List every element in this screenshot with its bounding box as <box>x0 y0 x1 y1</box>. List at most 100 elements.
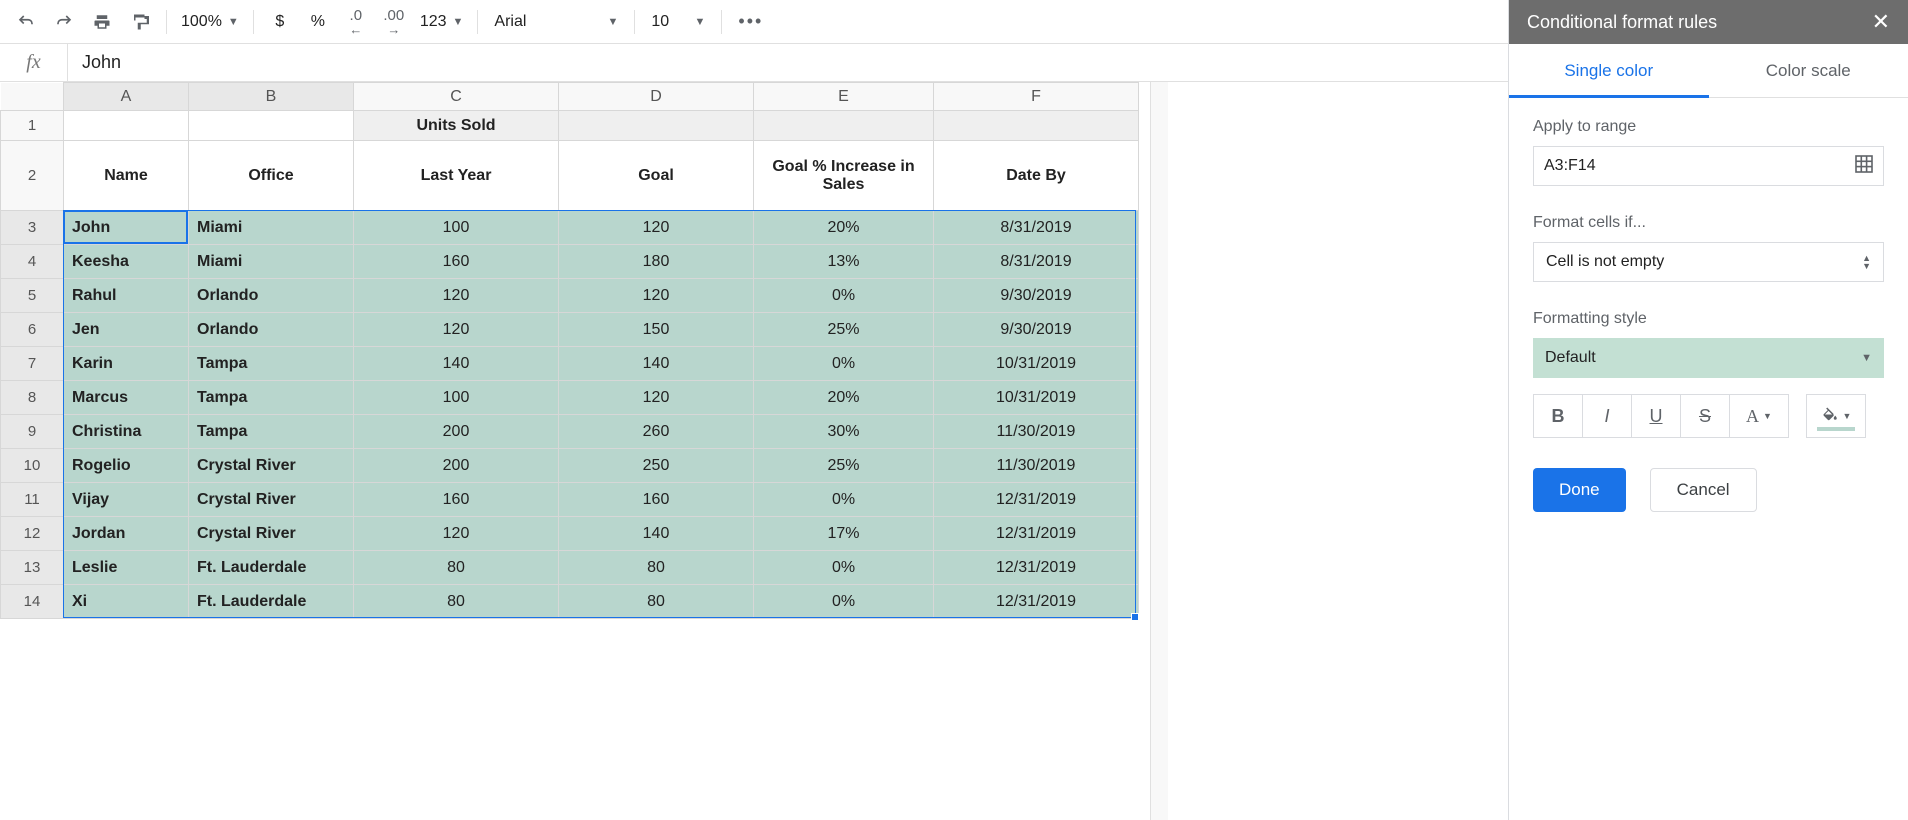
cell-F11[interactable]: 12/31/2019 <box>934 483 1139 517</box>
cell-B10[interactable]: Crystal River <box>189 449 354 483</box>
cell-B14[interactable]: Ft. Lauderdale <box>189 585 354 619</box>
cell-A3[interactable]: John <box>64 211 189 245</box>
cell-B11[interactable]: Crystal River <box>189 483 354 517</box>
cell-D5[interactable]: 120 <box>559 279 754 313</box>
column-header-B[interactable]: B <box>189 83 354 111</box>
cell-B5[interactable]: Orlando <box>189 279 354 313</box>
cell-F3[interactable]: 8/31/2019 <box>934 211 1139 245</box>
grid-select-icon[interactable] <box>1855 155 1873 178</box>
increase-decimal-button[interactable]: .00→ <box>376 4 412 40</box>
row-header-4[interactable]: 4 <box>1 245 64 279</box>
cell-E8[interactable]: 20% <box>754 381 934 415</box>
row-header-2[interactable]: 2 <box>1 141 64 211</box>
apply-to-range-input[interactable]: A3:F14 <box>1533 146 1884 186</box>
tab-single-color[interactable]: Single color <box>1509 44 1709 97</box>
cell-A10[interactable]: Rogelio <box>64 449 189 483</box>
row-header-13[interactable]: 13 <box>1 551 64 585</box>
cell-E13[interactable]: 0% <box>754 551 934 585</box>
cell-D12[interactable]: 140 <box>559 517 754 551</box>
row-header-8[interactable]: 8 <box>1 381 64 415</box>
fill-color-button[interactable]: ▼ <box>1806 394 1866 438</box>
cell-D10[interactable]: 250 <box>559 449 754 483</box>
cell-D13[interactable]: 80 <box>559 551 754 585</box>
row-header-12[interactable]: 12 <box>1 517 64 551</box>
row-header-6[interactable]: 6 <box>1 313 64 347</box>
cell-D9[interactable]: 260 <box>559 415 754 449</box>
row-header-7[interactable]: 7 <box>1 347 64 381</box>
underline-button[interactable]: U <box>1631 394 1681 438</box>
cell-F14[interactable]: 12/31/2019 <box>934 585 1139 619</box>
tab-color-scale[interactable]: Color scale <box>1709 44 1908 97</box>
cell-E1[interactable] <box>754 111 934 141</box>
vertical-scrollbar[interactable] <box>1150 82 1168 820</box>
cell-A12[interactable]: Jordan <box>64 517 189 551</box>
cell-A2[interactable]: Name <box>64 141 189 211</box>
print-button[interactable] <box>84 4 120 40</box>
row-header-11[interactable]: 11 <box>1 483 64 517</box>
text-color-button[interactable]: A▼ <box>1729 394 1789 438</box>
select-all-corner[interactable] <box>1 83 64 111</box>
cell-C10[interactable]: 200 <box>354 449 559 483</box>
cell-C5[interactable]: 120 <box>354 279 559 313</box>
style-default-select[interactable]: Default ▼ <box>1533 338 1884 378</box>
cell-E9[interactable]: 30% <box>754 415 934 449</box>
cell-A6[interactable]: Jen <box>64 313 189 347</box>
cell-A13[interactable]: Leslie <box>64 551 189 585</box>
cell-F13[interactable]: 12/31/2019 <box>934 551 1139 585</box>
cell-B7[interactable]: Tampa <box>189 347 354 381</box>
font-family-dropdown[interactable]: Arial▼ <box>486 13 626 31</box>
strikethrough-button[interactable]: S <box>1680 394 1730 438</box>
cell-B8[interactable]: Tampa <box>189 381 354 415</box>
cell-D14[interactable]: 80 <box>559 585 754 619</box>
cell-B4[interactable]: Miami <box>189 245 354 279</box>
column-header-A[interactable]: A <box>64 83 189 111</box>
cell-F4[interactable]: 8/31/2019 <box>934 245 1139 279</box>
cell-C7[interactable]: 140 <box>354 347 559 381</box>
decrease-decimal-button[interactable]: .0← <box>338 4 374 40</box>
row-header-1[interactable]: 1 <box>1 111 64 141</box>
cell-A11[interactable]: Vijay <box>64 483 189 517</box>
cell-C2[interactable]: Last Year <box>354 141 559 211</box>
cell-C13[interactable]: 80 <box>354 551 559 585</box>
cell-B12[interactable]: Crystal River <box>189 517 354 551</box>
cell-C14[interactable]: 80 <box>354 585 559 619</box>
cell-F1[interactable] <box>934 111 1139 141</box>
cell-C9[interactable]: 200 <box>354 415 559 449</box>
undo-button[interactable] <box>8 4 44 40</box>
bold-button[interactable]: B <box>1533 394 1583 438</box>
cell-C8[interactable]: 100 <box>354 381 559 415</box>
cell-B6[interactable]: Orlando <box>189 313 354 347</box>
column-header-D[interactable]: D <box>559 83 754 111</box>
number-format-dropdown[interactable]: 123▼ <box>414 13 470 31</box>
cell-C11[interactable]: 160 <box>354 483 559 517</box>
done-button[interactable]: Done <box>1533 468 1626 512</box>
row-header-10[interactable]: 10 <box>1 449 64 483</box>
cell-A7[interactable]: Karin <box>64 347 189 381</box>
cell-A4[interactable]: Keesha <box>64 245 189 279</box>
cell-C3[interactable]: 100 <box>354 211 559 245</box>
cell-D3[interactable]: 120 <box>559 211 754 245</box>
cell-C4[interactable]: 160 <box>354 245 559 279</box>
cell-A1[interactable] <box>64 111 189 141</box>
cell-E11[interactable]: 0% <box>754 483 934 517</box>
cell-D8[interactable]: 120 <box>559 381 754 415</box>
spreadsheet-grid[interactable]: ABCDEF 1Units Sold2NameOfficeLast YearGo… <box>0 82 1170 619</box>
cell-F6[interactable]: 9/30/2019 <box>934 313 1139 347</box>
paint-format-button[interactable] <box>122 4 158 40</box>
italic-button[interactable]: I <box>1582 394 1632 438</box>
column-header-E[interactable]: E <box>754 83 934 111</box>
cell-C12[interactable]: 120 <box>354 517 559 551</box>
redo-button[interactable] <box>46 4 82 40</box>
cell-D4[interactable]: 180 <box>559 245 754 279</box>
cell-A9[interactable]: Christina <box>64 415 189 449</box>
font-size-dropdown[interactable]: 10▼ <box>643 13 713 31</box>
cell-E2[interactable]: Goal % Increase in Sales <box>754 141 934 211</box>
cell-C6[interactable]: 120 <box>354 313 559 347</box>
row-header-9[interactable]: 9 <box>1 415 64 449</box>
cell-D1[interactable] <box>559 111 754 141</box>
cell-A14[interactable]: Xi <box>64 585 189 619</box>
cell-D6[interactable]: 150 <box>559 313 754 347</box>
cell-D7[interactable]: 140 <box>559 347 754 381</box>
cell-F5[interactable]: 9/30/2019 <box>934 279 1139 313</box>
cell-B3[interactable]: Miami <box>189 211 354 245</box>
